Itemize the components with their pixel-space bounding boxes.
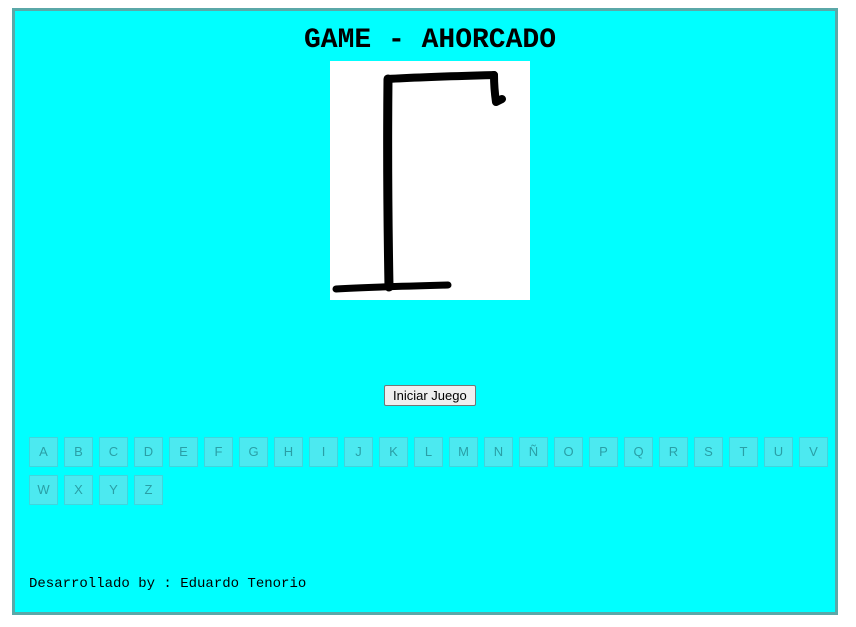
letter-button-r[interactable]: R: [659, 437, 688, 467]
letter-button-k[interactable]: K: [379, 437, 408, 467]
letter-button-c[interactable]: C: [99, 437, 128, 467]
game-frame: GAME - AHORCADO Iniciar Juego ABCDEFGHIJ…: [12, 8, 838, 615]
footer-credit: Desarrollado by : Eduardo Tenorio: [29, 576, 307, 592]
hangman-canvas: [330, 61, 530, 300]
letter-button-u[interactable]: U: [764, 437, 793, 467]
gallows-beam: [384, 71, 498, 83]
letter-button-z[interactable]: Z: [134, 475, 163, 505]
letter-button-w[interactable]: W: [29, 475, 58, 505]
letter-button-n[interactable]: N: [484, 437, 513, 467]
letter-button-a[interactable]: A: [29, 437, 58, 467]
gallows-rope: [490, 71, 506, 106]
letter-button-e[interactable]: E: [169, 437, 198, 467]
letter-button-ñ[interactable]: Ñ: [519, 437, 548, 467]
game-title: GAME - AHORCADO: [303, 25, 557, 56]
letter-button-t[interactable]: T: [729, 437, 758, 467]
letter-button-j[interactable]: J: [344, 437, 373, 467]
gallows-pole: [383, 74, 394, 292]
letter-button-g[interactable]: G: [239, 437, 268, 467]
letter-button-b[interactable]: B: [64, 437, 93, 467]
letter-button-f[interactable]: F: [204, 437, 233, 467]
letter-button-q[interactable]: Q: [624, 437, 653, 467]
letter-button-h[interactable]: H: [274, 437, 303, 467]
letter-button-m[interactable]: M: [449, 437, 478, 467]
letter-button-o[interactable]: O: [554, 437, 583, 467]
letter-button-s[interactable]: S: [694, 437, 723, 467]
gallows-drawing: [332, 71, 506, 293]
letter-button-x[interactable]: X: [64, 475, 93, 505]
letter-button-l[interactable]: L: [414, 437, 443, 467]
letter-button-v[interactable]: V: [799, 437, 828, 467]
letter-button-p[interactable]: P: [589, 437, 618, 467]
start-game-button[interactable]: Iniciar Juego: [384, 385, 476, 406]
letter-button-d[interactable]: D: [134, 437, 163, 467]
letter-button-i[interactable]: I: [309, 437, 338, 467]
letter-button-y[interactable]: Y: [99, 475, 128, 505]
